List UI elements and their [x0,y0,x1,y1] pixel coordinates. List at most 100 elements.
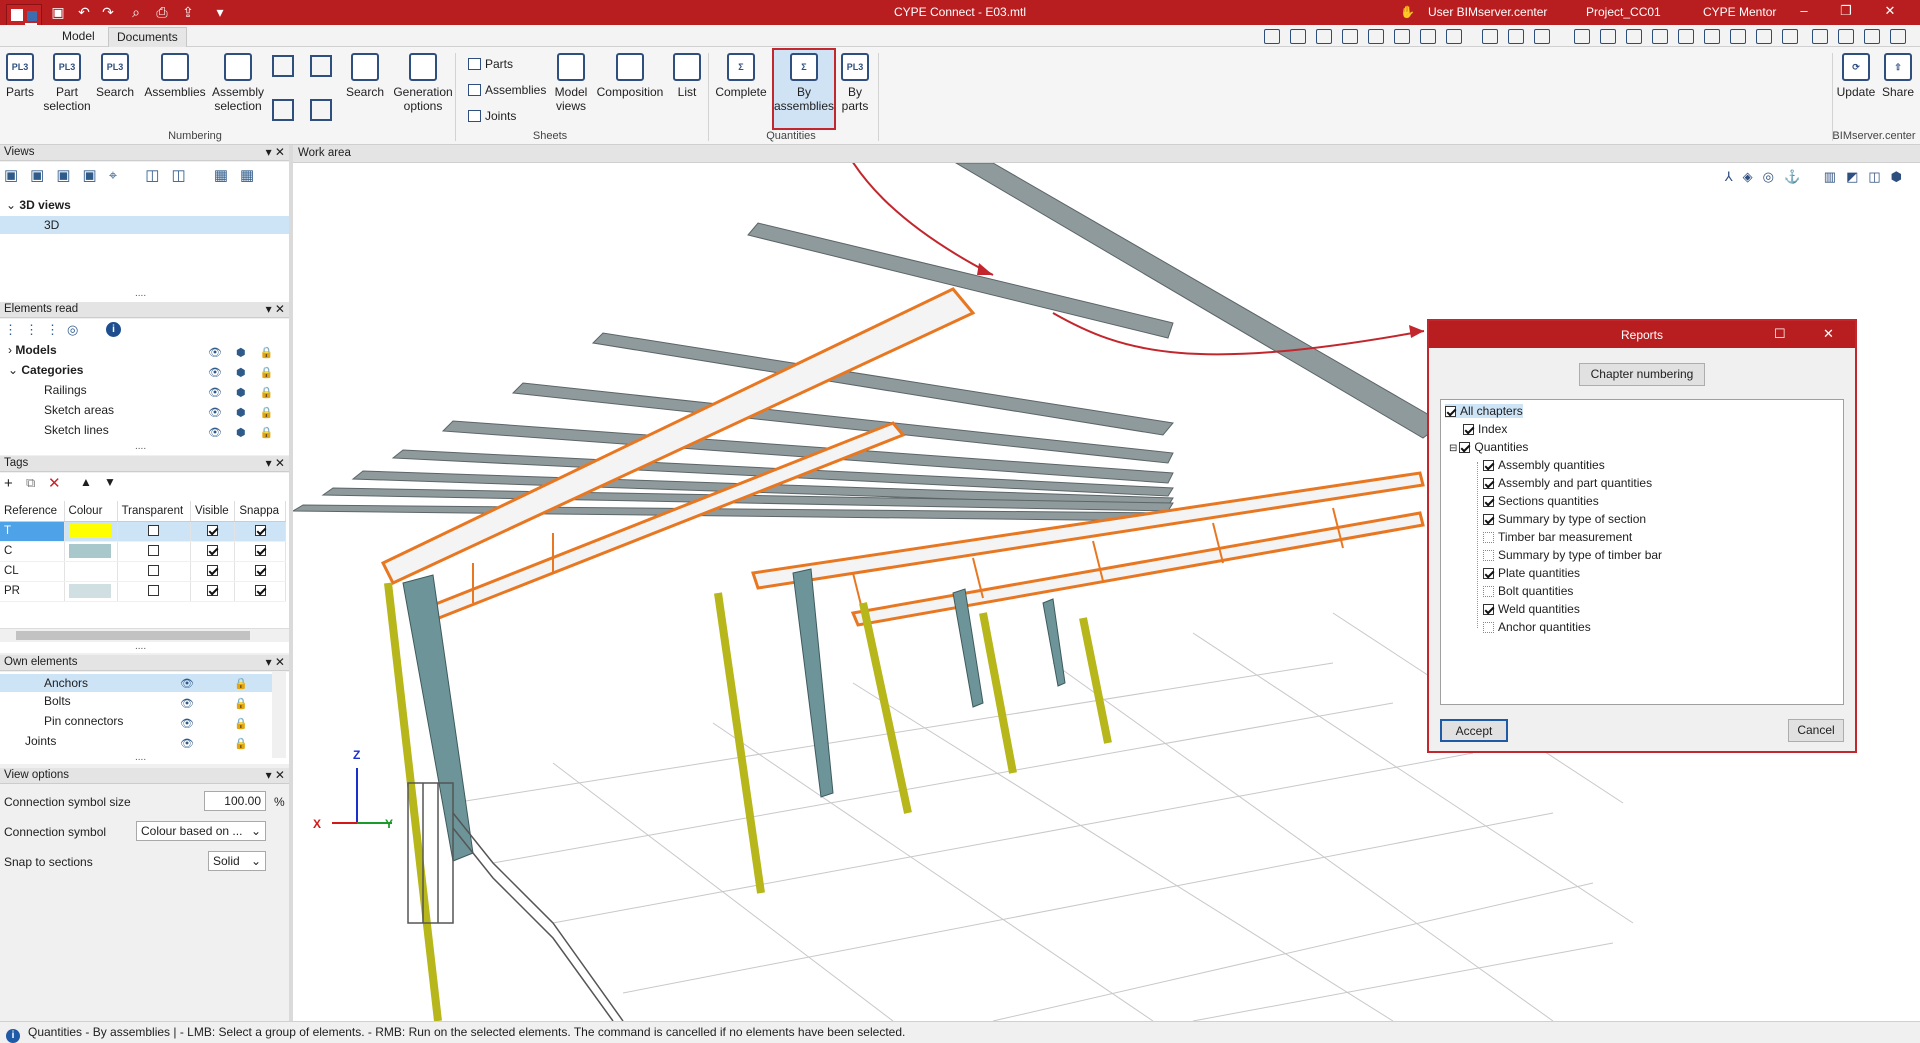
chapter-quantities[interactable]: ⊟ Quantities [1449,440,1528,454]
panel-controls[interactable]: ▾ ✕ [266,302,285,316]
assemblies-numbering-button[interactable]: Assemblies [144,53,206,99]
chapter-summary-section[interactable]: Summary by type of section [1483,512,1646,526]
project-label[interactable]: Project_CC01 [1586,5,1661,19]
chapter-anchor-quantities[interactable]: Anchor quantities [1483,620,1591,634]
chapter-weld-quantities[interactable]: Weld quantities [1483,602,1580,616]
copy-tag-icon[interactable]: ⧉ [26,475,35,491]
view-tool-icon[interactable] [1264,29,1280,44]
chapter-plate-quantities[interactable]: Plate quantities [1483,566,1580,580]
chapter-checkbox[interactable] [1483,550,1494,562]
view-tool-icon[interactable] [1838,29,1854,44]
resize-grip[interactable]: .... [135,441,146,452]
elements-toolbar-icons[interactable]: ⋮⋮⋮◎ [4,322,86,338]
tab-documents[interactable]: Documents [108,27,187,47]
snap-checkbox[interactable] [254,585,266,597]
colour-swatch[interactable] [68,584,111,598]
chapter-assembly-part-quantities[interactable]: Assembly and part quantities [1483,476,1652,490]
table-row[interactable]: PR [0,581,286,602]
tree-item-models[interactable]: › Models [8,343,57,357]
composition-button[interactable]: Composition [594,53,666,99]
tab-model[interactable]: Model [54,27,103,47]
view-tool-icon[interactable] [1652,29,1668,44]
view-tool-icon[interactable] [1342,29,1358,44]
panel-controls[interactable]: ▾ ✕ [266,768,285,782]
cype-mentor-label[interactable]: CYPE Mentor [1703,5,1776,19]
transparent-checkbox[interactable] [148,525,160,537]
numbering-tool-icon[interactable] [272,99,294,121]
table-row[interactable]: CL [0,561,286,582]
maximize-icon[interactable]: ☐ [1774,326,1786,342]
chapter-checkbox[interactable] [1483,496,1494,508]
transparent-checkbox[interactable] [148,585,160,597]
part-selection-button[interactable]: PL3 Part selection [42,53,92,113]
resize-grip[interactable]: .... [135,752,146,763]
table-row[interactable]: C [0,541,286,562]
chapter-checkbox[interactable] [1459,442,1471,454]
sheets-parts-button[interactable]: Parts [468,57,513,71]
col-snappable[interactable]: Snappa [234,501,286,522]
visibility-icons[interactable]: 👁⬢🔒 👁⬢🔒 👁⬢🔒 👁⬢🔒 👁⬢🔒 [208,343,287,443]
search-assemblies-button[interactable]: Search [346,53,384,99]
chapter-assembly-quantities[interactable]: Assembly quantities [1483,458,1605,472]
view-tool-icon[interactable] [1782,29,1798,44]
view-tool-icon[interactable] [1704,29,1720,44]
cancel-button[interactable]: Cancel [1788,719,1844,742]
by-assemblies-button[interactable]: Σ By assemblies [774,53,834,113]
search-icon[interactable]: ⌕ [128,4,144,20]
parts-numbering-button[interactable]: PL3 Parts [4,53,36,99]
tree-item-sketch-areas[interactable]: Sketch areas [44,403,114,417]
scrollbar-thumb[interactable] [16,631,250,640]
view-tool-icon[interactable] [1678,29,1694,44]
snap-checkbox[interactable] [254,565,266,577]
view-tool-icon[interactable] [1368,29,1384,44]
sheets-assemblies-button[interactable]: Assemblies [468,83,546,97]
close-icon[interactable]: ✕ [1823,326,1834,342]
chapter-checkbox[interactable] [1483,514,1494,526]
numbering-tool-icon[interactable] [310,99,332,121]
col-transparent[interactable]: Transparent [117,501,191,522]
connection-symbol-select[interactable]: Colour based on ... ⌄ [136,821,266,841]
view-tool-icon[interactable] [1756,29,1772,44]
tree-item-sketch-lines[interactable]: Sketch lines [44,423,109,437]
update-button[interactable]: ⟳ Update [1836,53,1876,99]
chapter-checkbox[interactable] [1483,604,1494,616]
views-group-3d[interactable]: ⌄ 3D views [6,198,71,212]
snap-checkbox[interactable] [254,525,266,537]
export-icon[interactable]: ⇪ [180,4,196,20]
list-button[interactable]: List [672,53,702,99]
chapter-checkbox[interactable] [1483,586,1494,598]
chapter-checkbox[interactable] [1445,406,1456,418]
search-parts-button[interactable]: PL3 Search [96,53,134,99]
colour-swatch[interactable] [68,564,111,578]
model-views-button[interactable]: Model views [552,53,590,113]
numbering-tool-icon[interactable] [272,55,294,77]
tree-item-categories[interactable]: ⌄ Categories [8,363,83,377]
share-button[interactable]: ⇧ Share [1880,53,1916,99]
print-icon[interactable]: ⎙ [154,4,170,20]
move-down-icon[interactable]: ▼ [104,475,116,489]
view-tool-icon[interactable] [1508,29,1524,44]
chapter-checkbox[interactable] [1483,532,1494,544]
col-colour[interactable]: Colour [64,501,118,522]
panel-controls[interactable]: ▾ ✕ [266,655,285,669]
view-tool-icon[interactable] [1574,29,1590,44]
col-visible[interactable]: Visible [190,501,236,522]
delete-tag-icon[interactable]: ✕ [48,474,61,492]
assembly-selection-button[interactable]: Assembly selection [210,53,266,113]
view-tool-icon[interactable] [1290,29,1306,44]
chapter-index[interactable]: Index [1463,422,1507,436]
vertical-scrollbar[interactable] [272,672,286,758]
add-tag-icon[interactable]: + [4,475,13,492]
minimize-icon[interactable]: – [1794,3,1814,21]
user-label[interactable]: User BIMserver.center [1428,5,1547,19]
view-tool-icon[interactable] [1730,29,1746,44]
visible-checkbox[interactable] [207,565,219,577]
view-tool-icon[interactable] [1394,29,1410,44]
views-toolbar-icons[interactable]: ▣▣▣▣⌖ ◫◫ ▦▦ [4,166,266,184]
view-item-3d[interactable]: 3D [0,216,289,234]
transparent-checkbox[interactable] [148,565,160,577]
restore-icon[interactable]: ❐ [1836,3,1856,21]
info-icon[interactable]: i [106,322,121,337]
view-tool-icon[interactable] [1534,29,1550,44]
own-item-joints[interactable]: Joints [25,734,56,748]
